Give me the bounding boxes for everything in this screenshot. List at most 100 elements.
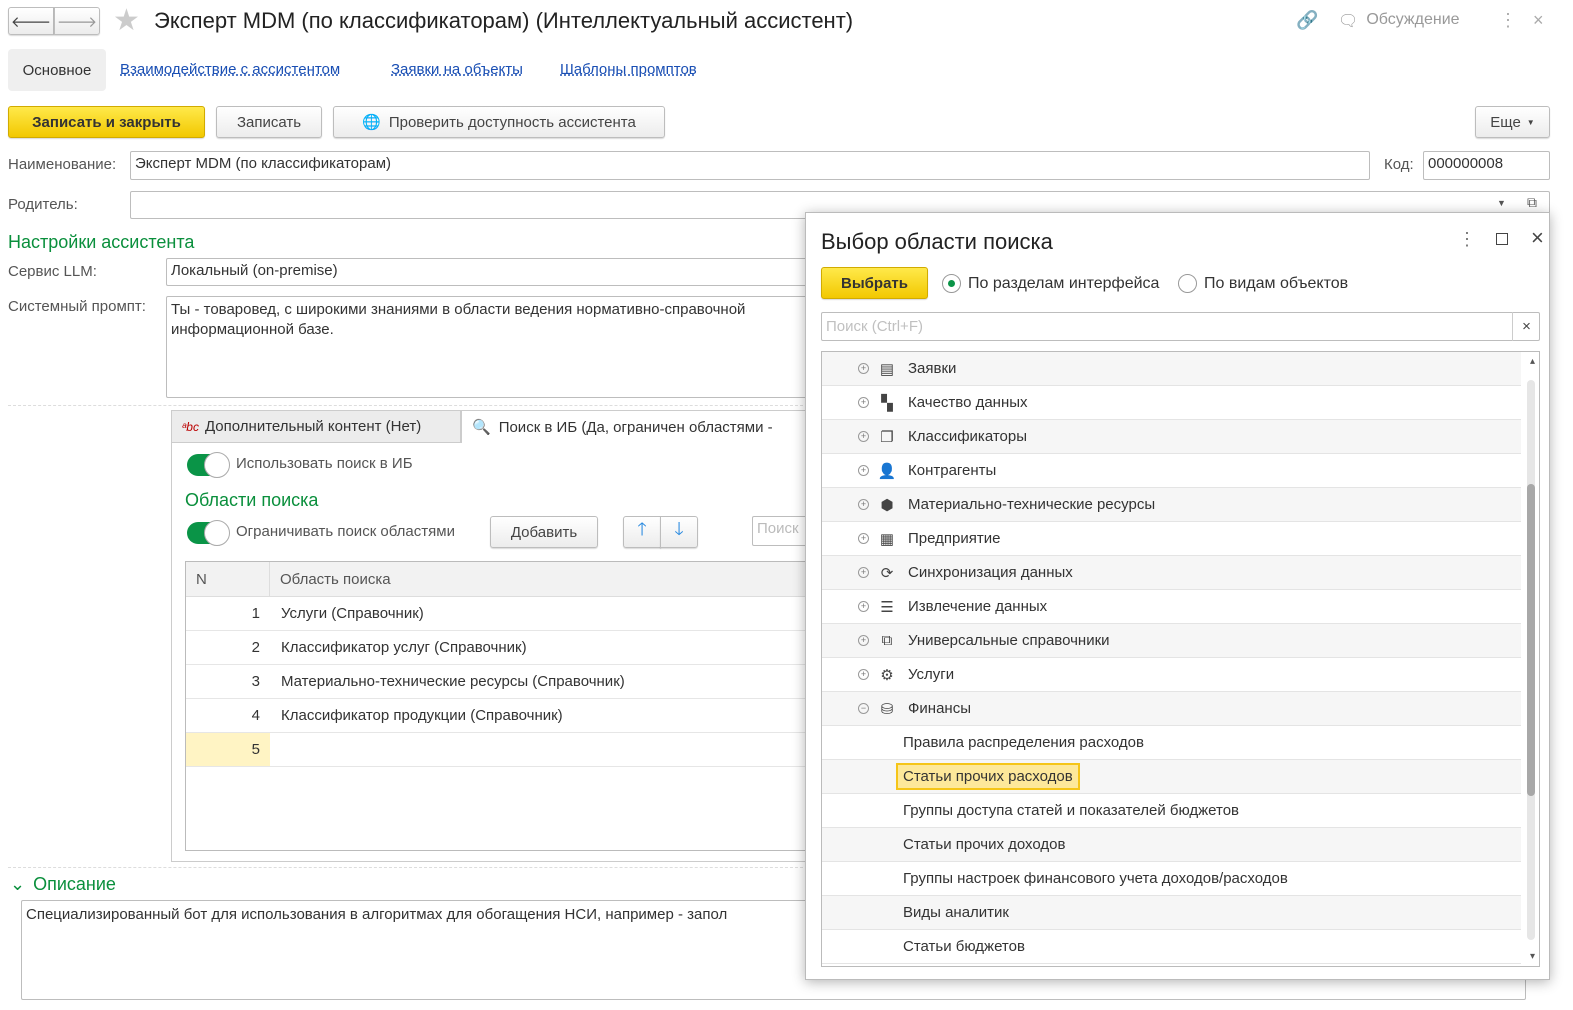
tree-item-label: Статьи прочих расходов bbox=[896, 763, 1080, 790]
tree-item-label: Универсальные справочники bbox=[908, 632, 1110, 649]
scroll-up-icon[interactable]: ▴ bbox=[1530, 356, 1535, 367]
expand-icon[interactable]: + bbox=[858, 465, 869, 476]
prompt-label: Системный промпт: bbox=[8, 298, 146, 315]
parent-label: Родитель: bbox=[8, 196, 78, 213]
code-label: Код: bbox=[1384, 156, 1414, 173]
tree-item-label: Группы настроек финансового учета доходо… bbox=[903, 870, 1288, 887]
parent-dropdown-icon[interactable]: ▼ bbox=[1497, 198, 1506, 208]
tree-item[interactable]: Правила распределения расходов bbox=[822, 726, 1521, 760]
clear-search-icon[interactable]: × bbox=[1512, 312, 1540, 341]
use-search-label: Использовать поиск в ИБ bbox=[236, 455, 413, 472]
name-label: Наименование: bbox=[8, 156, 117, 173]
close-icon[interactable]: × bbox=[1533, 10, 1544, 31]
prompt-textarea[interactable]: Ты - товаровед, с широкими знаниями в об… bbox=[166, 296, 826, 398]
expand-icon[interactable]: + bbox=[858, 635, 869, 646]
discussion-button[interactable]: 🗨 Обсуждение bbox=[1338, 11, 1460, 31]
row-number: 5 bbox=[186, 733, 270, 766]
document-list-icon: ▤ bbox=[879, 360, 895, 378]
back-button[interactable]: 🡐 bbox=[8, 7, 54, 35]
dialog-close-icon[interactable]: × bbox=[1531, 225, 1544, 251]
tree-scrollbar[interactable] bbox=[1527, 380, 1535, 940]
tree-item-label: Группы доступа статей и показателей бюдж… bbox=[903, 802, 1240, 819]
tree-item[interactable]: Группы доступа статей и показателей бюдж… bbox=[822, 794, 1521, 828]
expand-icon[interactable]: + bbox=[858, 601, 869, 612]
tab-prompt-templates[interactable]: Шаблоны промптов bbox=[560, 61, 697, 78]
tree-item[interactable]: + ⟳ Синхронизация данных bbox=[822, 556, 1521, 590]
tree-item[interactable]: − ⛁ Финансы bbox=[822, 692, 1521, 726]
radio-by-object-types[interactable]: По видам объектов bbox=[1178, 274, 1348, 293]
code-input[interactable]: 000000008 bbox=[1423, 151, 1550, 180]
tree-item[interactable]: + ⬢ Материально-технические ресурсы bbox=[822, 488, 1521, 522]
expand-icon[interactable]: + bbox=[858, 533, 869, 544]
person-icon: 👤 bbox=[877, 462, 897, 480]
description-heading[interactable]: ⌄ Описание bbox=[10, 874, 116, 895]
expand-icon[interactable]: + bbox=[858, 397, 869, 408]
row-value: Материально-технические ресурсы (Справоч… bbox=[281, 673, 625, 690]
parent-open-icon[interactable]: ⧉ bbox=[1527, 194, 1537, 211]
tree-item-label: Заявки bbox=[908, 360, 957, 377]
dialog-more-icon[interactable]: ⋮ bbox=[1458, 229, 1476, 250]
radio-unchecked-icon bbox=[1178, 274, 1197, 293]
tree-item[interactable]: Статьи прочих расходов bbox=[822, 760, 1521, 794]
tab-requests[interactable]: Заявки на объекты bbox=[391, 61, 523, 78]
table-row[interactable]: 4 Классификатор продукции (Справочник) bbox=[186, 699, 810, 733]
tree-item[interactable]: Виды аналитик bbox=[822, 896, 1521, 930]
expand-icon[interactable]: + bbox=[858, 567, 869, 578]
move-up-button[interactable]: 🡑 bbox=[623, 516, 661, 548]
tree-item[interactable]: + ☰ Извлечение данных bbox=[822, 590, 1521, 624]
table-row[interactable]: 3 Материально-технические ресурсы (Справо… bbox=[186, 665, 810, 699]
more-button[interactable]: Еще ▼ bbox=[1475, 106, 1550, 138]
radio-by-sections[interactable]: По разделам интерфейса bbox=[942, 274, 1159, 293]
limit-toggle[interactable] bbox=[187, 520, 230, 546]
scrollbar-thumb[interactable] bbox=[1527, 484, 1535, 796]
dropdown-arrow-icon: ▼ bbox=[1526, 117, 1535, 127]
save-and-close-button[interactable]: Записать и закрыть bbox=[8, 106, 205, 138]
tab-extra-label: Дополнительный контент (Нет) bbox=[204, 418, 422, 435]
tab-interaction[interactable]: Взаимодействие с ассистентом bbox=[120, 61, 340, 78]
expand-icon[interactable]: + bbox=[858, 363, 869, 374]
more-menu-icon[interactable]: ⋮ bbox=[1499, 10, 1517, 31]
llm-input[interactable]: Локальный (on-premise) bbox=[166, 258, 826, 286]
tree-item[interactable]: + 👤 Контрагенты bbox=[822, 454, 1521, 488]
expand-icon[interactable]: + bbox=[858, 499, 869, 510]
save-button[interactable]: Записать bbox=[216, 106, 322, 138]
tree-item[interactable]: Группы настроек финансового учета доходо… bbox=[822, 862, 1521, 896]
col-n[interactable]: N bbox=[186, 562, 270, 596]
forward-button[interactable]: 🡒 bbox=[54, 7, 100, 35]
table-search-input[interactable]: Поиск bbox=[752, 516, 812, 546]
tab-main[interactable]: Основное bbox=[8, 49, 106, 91]
expand-icon[interactable]: + bbox=[858, 431, 869, 442]
row-value: Классификатор услуг (Справочник) bbox=[281, 639, 527, 656]
coins-icon: ⛁ bbox=[880, 700, 894, 718]
link-icon[interactable]: 🔗 bbox=[1296, 10, 1318, 31]
tab-extra-content[interactable]: ᵃbc Дополнительный контент (Нет) bbox=[171, 410, 461, 443]
tree-item[interactable]: + ▚ Качество данных bbox=[822, 386, 1521, 420]
discussion-label: Обсуждение bbox=[1366, 11, 1460, 28]
tree-item[interactable]: + ▤ Заявки bbox=[822, 352, 1521, 386]
expand-icon[interactable]: + bbox=[858, 669, 869, 680]
radio-by-sections-label: По разделам интерфейса bbox=[968, 274, 1160, 292]
favorite-star-icon[interactable]: ★ bbox=[113, 3, 140, 38]
table-row[interactable]: 2 Классификатор услуг (Справочник) bbox=[186, 631, 810, 665]
tree-item[interactable]: + ⧉ Универсальные справочники bbox=[822, 624, 1521, 658]
table-row-new[interactable]: 5 bbox=[186, 733, 810, 767]
check-availability-button[interactable]: 🌐 Проверить доступность ассистента bbox=[333, 106, 665, 138]
tree-item[interactable]: + ❐ Классификаторы bbox=[822, 420, 1521, 454]
name-input[interactable]: Эксперт MDM (по классификаторам) bbox=[130, 151, 1370, 180]
tab-search-ib[interactable]: 🔍 Поиск в ИБ (Да, ограничен областями - bbox=[461, 410, 811, 443]
use-search-toggle[interactable] bbox=[187, 452, 230, 478]
table-row[interactable]: 1 Услуги (Справочник) bbox=[186, 597, 810, 631]
add-button[interactable]: Добавить bbox=[490, 516, 598, 548]
scroll-down-icon[interactable]: ▾ bbox=[1530, 951, 1535, 962]
tree-item[interactable]: + ▦ Предприятие bbox=[822, 522, 1521, 556]
dialog-search-input[interactable]: Поиск (Ctrl+F) bbox=[821, 312, 1540, 341]
col-area[interactable]: Область поиска bbox=[270, 571, 391, 588]
tree-item[interactable]: + ⚙ Услуги bbox=[822, 658, 1521, 692]
row-number: 4 bbox=[251, 707, 260, 724]
move-down-button[interactable]: 🡓 bbox=[660, 516, 698, 548]
tree-item[interactable]: Статьи бюджетов bbox=[822, 930, 1521, 964]
collapse-icon[interactable]: − bbox=[858, 703, 869, 714]
tree-item[interactable]: Статьи прочих доходов bbox=[822, 828, 1521, 862]
maximize-icon[interactable] bbox=[1496, 233, 1508, 245]
select-button[interactable]: Выбрать bbox=[821, 267, 928, 299]
